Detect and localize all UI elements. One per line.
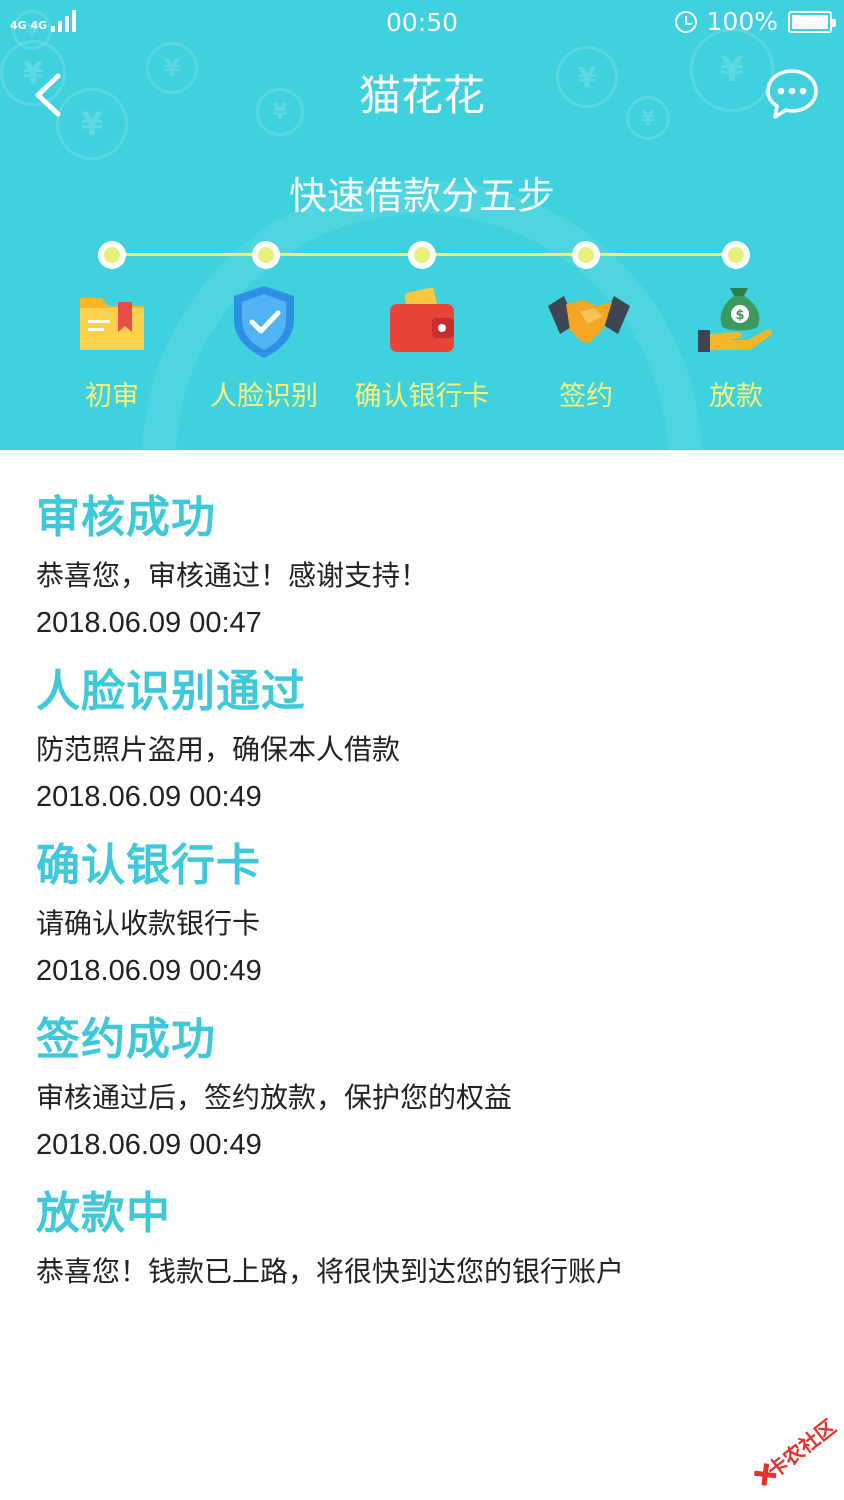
header-banner: ¥ ¥ ¥ ¥ ¥ ¥ ¥ ¥ 4G 4G 00:50 100% 猫花花 快速借… — [0, 0, 844, 450]
svg-text:$: $ — [735, 308, 744, 323]
event-title: 放款中 — [36, 1188, 171, 1239]
event-description: 请确认收款银行卡 — [36, 907, 261, 940]
progress-dot-1 — [98, 241, 126, 269]
progress-dot-4 — [572, 241, 600, 269]
step-confirm-bank-card: 确认银行卡 — [337, 282, 507, 414]
event-description: 防范照片盗用，确保本人借款 — [36, 733, 401, 766]
status-right-group: 100% — [674, 7, 836, 36]
folder-icon — [72, 282, 152, 362]
wallet-icon — [382, 282, 462, 362]
step-initial-review: 初审 — [27, 282, 197, 414]
chat-button[interactable] — [764, 66, 820, 122]
step-label: 初审 — [85, 381, 139, 412]
event-timestamp: 2018.06.09 00:49 — [36, 955, 262, 987]
event-title: 审核成功 — [36, 492, 216, 543]
timeline-event: 人脸识别通过 防范照片盗用，确保本人借款 2018.06.09 00:49 — [36, 664, 816, 816]
status-timeline: 审核成功 恭喜您，审核通过！感谢支持！ 2018.06.09 00:47 人脸识… — [36, 490, 816, 1314]
progress-dot-5 — [722, 241, 750, 269]
steps-title: 快速借款分五步 — [288, 174, 555, 218]
battery-percentage: 100% — [706, 7, 778, 36]
step-disbursement: $ 放款 — [651, 282, 821, 414]
step-label: 放款 — [709, 381, 763, 412]
event-title: 确认银行卡 — [36, 840, 261, 891]
shield-check-icon — [224, 282, 304, 362]
progress-dot-2 — [252, 241, 280, 269]
status-bar: 4G 4G 00:50 100% — [0, 0, 844, 44]
step-label: 签约 — [559, 381, 613, 412]
watermark: 卡农社区 — [732, 1391, 844, 1500]
alarm-clock-icon — [674, 10, 697, 33]
timeline-event: 签约成功 审核通过后，签约放款，保护您的权益 2018.06.09 00:49 — [36, 1012, 816, 1164]
step-face-recognition: 人脸识别 — [179, 282, 349, 414]
handshake-icon — [546, 282, 630, 362]
event-description: 恭喜您！钱款已上路，将很快到达您的银行账户 — [36, 1255, 625, 1288]
progress-dot-3 — [408, 241, 436, 269]
event-description: 审核通过后，签约放款，保护您的权益 — [36, 1081, 513, 1114]
timeline-event: 确认银行卡 请确认收款银行卡 2018.06.09 00:49 — [36, 838, 816, 990]
event-timestamp: 2018.06.09 00:49 — [36, 781, 262, 813]
page-title: 猫花花 — [358, 71, 485, 120]
step-label: 人脸识别 — [210, 381, 318, 412]
money-bag-icon: $ — [696, 282, 776, 362]
step-sign-contract: 签约 — [501, 282, 671, 414]
timeline-event: 审核成功 恭喜您，审核通过！感谢支持！ 2018.06.09 00:47 — [36, 490, 816, 642]
event-title: 签约成功 — [36, 1014, 216, 1065]
chat-bubble-icon — [766, 69, 818, 119]
event-timestamp: 2018.06.09 00:49 — [36, 1129, 262, 1161]
battery-icon — [788, 10, 836, 33]
event-description: 恭喜您，审核通过！感谢支持！ — [36, 559, 429, 592]
step-label: 确认银行卡 — [354, 381, 490, 412]
timeline-event: 放款中 恭喜您！钱款已上路，将很快到达您的银行账户 — [36, 1186, 816, 1292]
event-title: 人脸识别通过 — [36, 666, 306, 717]
event-timestamp: 2018.06.09 00:47 — [36, 607, 262, 639]
